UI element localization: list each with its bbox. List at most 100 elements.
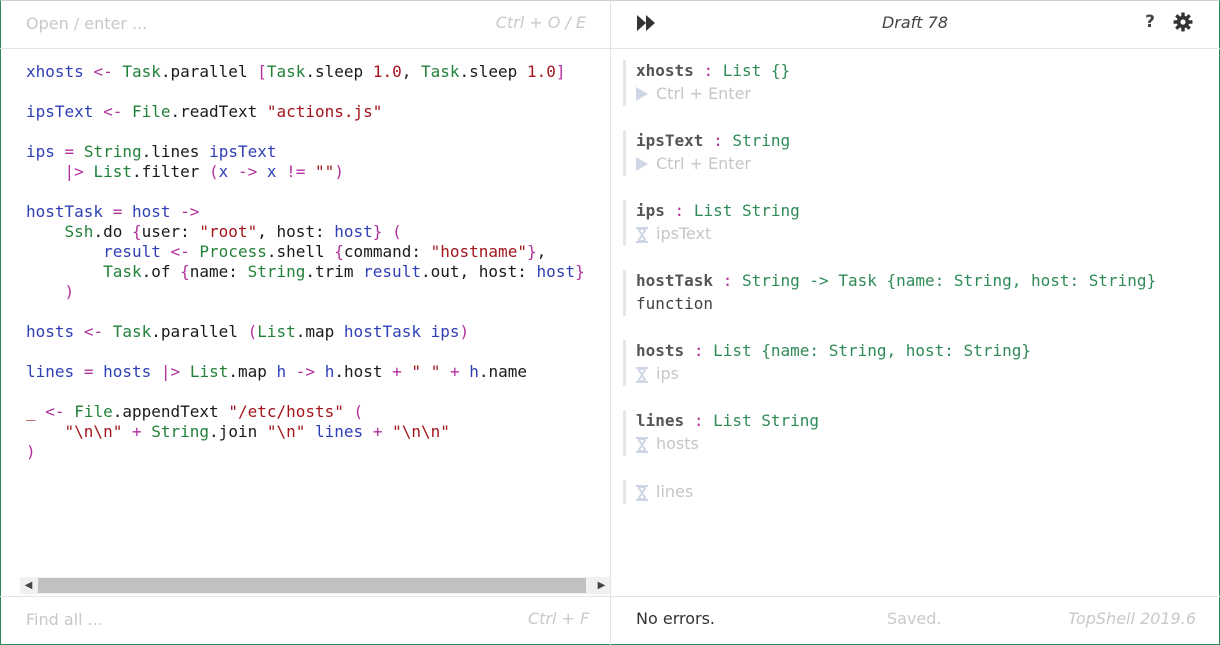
code-token: + (392, 362, 402, 381)
code-line[interactable]: Task.of {name: String.trim result.out, h… (26, 262, 585, 282)
code-token: String (151, 422, 210, 441)
code-token: { (180, 262, 190, 281)
result-signature: hosts : List {name: String, host: String… (636, 340, 1213, 362)
code-token: command: (343, 242, 431, 261)
code-token: String (247, 262, 306, 281)
code-token: Process (199, 242, 267, 261)
play-icon[interactable] (636, 87, 648, 101)
code-line[interactable]: Ssh.do {user: "root", host: host} ( (26, 222, 585, 242)
scrollbar-thumb[interactable] (38, 578, 586, 593)
code-text[interactable]: xhosts <- Task.parallel [Task.sleep 1.0,… (26, 62, 585, 462)
result-type: List {} (722, 61, 791, 80)
code-token: File (74, 402, 113, 421)
code-token: 1.0 (526, 62, 556, 81)
code-token: "actions.js" (266, 102, 383, 121)
code-token: x (218, 162, 229, 181)
save-status: Saved. (887, 609, 942, 628)
code-line[interactable]: hostTask = host -> (26, 202, 585, 222)
result-name: ipsText (636, 131, 704, 150)
result-type: String (732, 131, 791, 150)
draft-title: Draft 78 (881, 13, 949, 32)
code-line[interactable] (26, 182, 585, 202)
code-line[interactable] (26, 122, 585, 142)
code-token: List (257, 322, 296, 341)
code-editor[interactable]: xhosts <- Task.parallel [Task.sleep 1.0,… (0, 49, 610, 577)
code-line[interactable] (26, 382, 585, 402)
code-line[interactable] (26, 302, 585, 322)
result-value[interactable]: Ctrl + Enter (636, 82, 1213, 106)
code-line[interactable] (26, 342, 585, 362)
code-line[interactable]: result <- Process.shell {command: "hostn… (26, 242, 585, 262)
result-value: function (636, 292, 1213, 316)
result-colon: : (703, 61, 714, 80)
code-token: ipsText (26, 102, 94, 121)
code-line[interactable]: |> List.filter (x -> x != "") (26, 162, 585, 182)
code-token: hosts (103, 362, 152, 381)
code-token: { (131, 222, 142, 241)
code-token: [ (257, 62, 267, 81)
code-line[interactable]: xhosts <- Task.parallel [Task.sleep 1.0,… (26, 62, 585, 82)
code-token: "hostname" (430, 242, 527, 261)
code-token: = (83, 362, 94, 381)
code-token: ( (247, 322, 258, 341)
code-line[interactable]: "\n\n" + String.join "\n" lines + "\n\n" (26, 422, 585, 442)
code-line[interactable]: ) (26, 282, 585, 302)
play-icon[interactable] (636, 157, 648, 171)
code-line[interactable]: ) (26, 442, 585, 462)
scroll-left-icon[interactable]: ◀ (20, 577, 37, 594)
code-token: .sleep (459, 62, 527, 81)
code-token: .filter (131, 162, 210, 181)
code-token: + (449, 362, 460, 381)
code-token: } (526, 242, 537, 261)
code-token: ( (392, 222, 402, 241)
result-entry: hostTask : String -> Task {name: String,… (623, 270, 1213, 316)
result-type: List String (713, 411, 820, 430)
result-value: ipsText (636, 222, 1213, 246)
code-token: hosts (26, 322, 75, 341)
code-line[interactable] (26, 82, 585, 102)
code-token: .parallel (160, 62, 258, 81)
code-token: hostTask (26, 202, 104, 221)
code-token: "\n\n" (64, 422, 123, 441)
code-token: _ (26, 402, 36, 421)
code-token: Task (103, 262, 142, 281)
code-line[interactable]: _ <- File.appendText "/etc/hosts" ( (26, 402, 585, 422)
result-value-text: function (636, 294, 714, 313)
code-token: != (286, 162, 306, 181)
code-token: h (276, 362, 287, 381)
code-token: lines (26, 362, 75, 381)
result-value[interactable]: Ctrl + Enter (636, 152, 1213, 176)
code-line[interactable]: hosts <- Task.parallel (List.map hostTas… (26, 322, 585, 342)
code-line[interactable]: lines = hosts |> List.map h -> h.host + … (26, 362, 585, 382)
code-line[interactable]: ips = String.lines ipsText (26, 142, 585, 162)
code-token: Task (122, 62, 161, 81)
horizontal-scrollbar[interactable]: ◀ ▶ (20, 577, 610, 594)
result-signature: xhosts : List {} (636, 60, 1213, 82)
open-input[interactable] (26, 12, 426, 34)
code-token: "" (315, 162, 335, 181)
find-input[interactable] (26, 608, 406, 630)
code-token: .map (228, 362, 277, 381)
code-token: .parallel (151, 322, 248, 341)
scroll-right-icon[interactable]: ▶ (593, 577, 610, 594)
code-token: h (469, 362, 479, 381)
code-token: -> (237, 162, 258, 181)
code-line[interactable]: ipsText <- File.readText "actions.js" (26, 102, 585, 122)
gear-icon[interactable] (1173, 12, 1193, 32)
help-icon[interactable]: ? (1145, 12, 1155, 32)
